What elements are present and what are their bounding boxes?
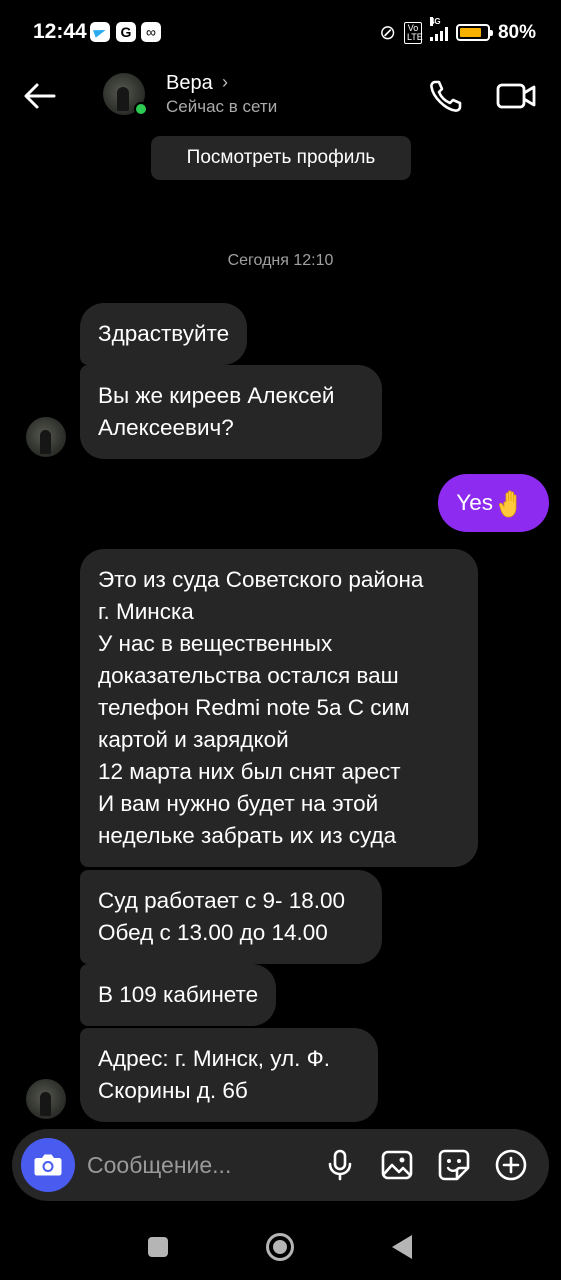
message-line: Обед с 13.00 до 14.00 xyxy=(98,920,328,945)
phone-icon xyxy=(430,80,462,112)
volte-badge: Vo LTE xyxy=(403,21,423,44)
camera-button[interactable] xyxy=(21,1138,75,1192)
camera-icon xyxy=(34,1154,62,1176)
contact-status: Сейчас в сети xyxy=(166,97,278,116)
sender-avatar[interactable] xyxy=(26,417,66,457)
add-attachment-button[interactable] xyxy=(494,1148,528,1182)
battery-fill xyxy=(459,28,481,37)
message-bubble-incoming[interactable]: Вы же киреев Алексей Алексеевич? xyxy=(80,365,382,459)
system-back-button[interactable] xyxy=(392,1235,412,1259)
battery-percent: 80% xyxy=(497,21,536,43)
message-input[interactable] xyxy=(87,1147,307,1183)
plus-circle-icon xyxy=(495,1149,527,1181)
message-line: Суд работает с 9- 18.00 xyxy=(98,888,346,913)
sender-avatar[interactable] xyxy=(26,1079,66,1119)
message-bubble-incoming[interactable]: Здраствуйте xyxy=(80,303,248,365)
message-line: 12 марта них был снят арест xyxy=(98,759,401,784)
message-bubble-incoming[interactable]: Это из суда Советского района г. Минска … xyxy=(80,549,478,867)
online-indicator xyxy=(134,102,148,116)
sticker-button[interactable] xyxy=(437,1148,471,1182)
hotspot-link-icon: ⊘ xyxy=(379,22,396,44)
video-call-button[interactable] xyxy=(494,76,538,116)
status-bar: 12:44 G ∞ ⊘ Vo LTE 4G 80% xyxy=(0,0,561,66)
back-button[interactable] xyxy=(20,76,60,116)
message-bubble-incoming[interactable]: В 109 кабинете xyxy=(80,964,277,1026)
message-composer xyxy=(12,1129,549,1201)
message-line: У нас в вещественных доказательства оста… xyxy=(98,631,410,752)
link-icon: ∞ xyxy=(141,22,161,42)
home-button[interactable] xyxy=(266,1233,294,1261)
gallery-button[interactable] xyxy=(380,1148,414,1182)
telegram-icon xyxy=(90,22,110,42)
signal-icon: 4G xyxy=(429,16,448,41)
video-camera-icon xyxy=(496,83,536,109)
chat-header: Вера › Сейчас в сети xyxy=(0,66,561,126)
message-bubble-incoming[interactable]: Суд работает с 9- 18.00 Обед с 13.00 до … xyxy=(80,870,382,964)
battery-icon xyxy=(455,24,493,41)
message-line: г. Минска xyxy=(98,599,194,624)
call-button[interactable] xyxy=(426,76,466,116)
back-arrow-icon xyxy=(24,83,56,109)
microphone-icon xyxy=(328,1149,352,1181)
contact-avatar[interactable] xyxy=(103,73,148,116)
view-profile-button[interactable]: Посмотреть профиль xyxy=(151,136,411,180)
recent-apps-button[interactable] xyxy=(148,1237,168,1257)
status-time: 12:44 xyxy=(33,20,87,43)
system-nav-bar xyxy=(0,1210,561,1280)
message-line: Это из суда Советского района xyxy=(98,567,424,592)
image-icon xyxy=(381,1150,413,1180)
raised-hand-icon xyxy=(499,490,517,518)
voice-message-button[interactable] xyxy=(323,1148,357,1182)
contact-name[interactable]: Вера xyxy=(166,72,213,95)
message-text: Yes xyxy=(456,490,493,515)
chevron-right-icon[interactable]: › xyxy=(222,72,228,93)
date-separator: Сегодня 12:10 xyxy=(227,252,334,269)
status-right-cluster: ⊘ Vo LTE 4G 80% xyxy=(379,16,536,45)
network-type: 4G xyxy=(429,16,441,26)
message-line: И вам нужно будет на этой недельке забра… xyxy=(98,791,397,848)
message-bubble-outgoing[interactable]: Yes xyxy=(438,474,549,532)
sticker-icon xyxy=(438,1149,470,1181)
message-bubble-incoming[interactable]: Адрес: г. Минск, ул. Ф. Скорины д. 6б xyxy=(80,1028,378,1122)
google-icon: G xyxy=(116,22,136,42)
